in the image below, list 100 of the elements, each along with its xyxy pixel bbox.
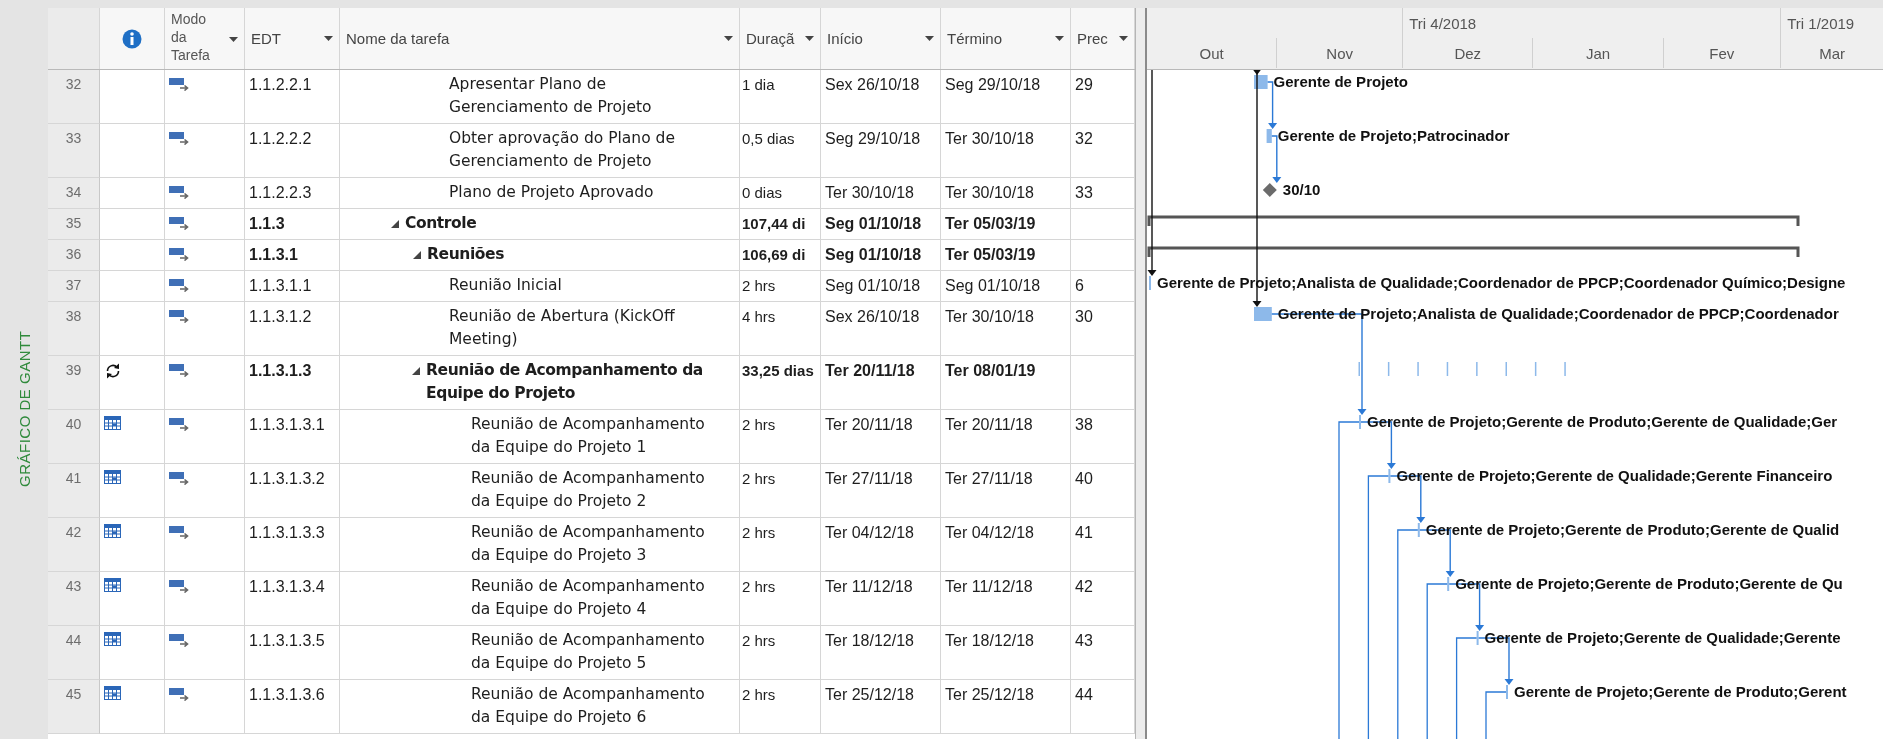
summary-bar[interactable] bbox=[1147, 215, 1800, 226]
column-header[interactable]: Término bbox=[941, 8, 1071, 69]
start-date-cell: Sex 26/10/18 bbox=[821, 302, 941, 356]
collapse-triangle-icon[interactable] bbox=[391, 220, 399, 228]
row-number[interactable]: 34 bbox=[48, 178, 100, 209]
task-mode-icon bbox=[169, 78, 191, 91]
row-number[interactable]: 33 bbox=[48, 124, 100, 178]
dependency-line bbox=[1485, 691, 1507, 739]
duration-cell: 33,25 dias bbox=[740, 356, 821, 410]
column-header[interactable]: Nome da tarefa bbox=[340, 8, 740, 69]
finish-date-cell: Ter 04/12/18 bbox=[941, 518, 1071, 572]
finish-date-cell: Ter 30/10/18 bbox=[941, 178, 1071, 209]
wbs-cell: 1.1.3.1.3.4 bbox=[245, 572, 340, 626]
finish-date-cell: Ter 05/03/19 bbox=[941, 209, 1071, 240]
column-header[interactable]: Modo da Tarefa bbox=[165, 8, 245, 69]
quarter-label: Tri 4/2018 bbox=[1409, 14, 1477, 32]
resource-label: Gerente de Projeto;Gerente de Qualidade;Gerente Financeiro bbox=[1396, 466, 1833, 486]
start-date-cell: Ter 11/12/18 bbox=[821, 572, 941, 626]
finish-date-cell: Ter 11/12/18 bbox=[941, 572, 1071, 626]
duration-cell: 2 hrs bbox=[740, 680, 821, 734]
start-date-cell: Ter 20/11/18 bbox=[821, 410, 941, 464]
resource-label: Gerente de Projeto;Gerente de Produto;Gerente de Qualidade;Ger bbox=[1367, 412, 1838, 432]
row-number[interactable]: 35 bbox=[48, 209, 100, 240]
wbs-cell: 1.1.3.1.3 bbox=[245, 356, 340, 410]
finish-date-cell: Seg 01/10/18 bbox=[941, 271, 1071, 302]
row-number[interactable]: 39 bbox=[48, 356, 100, 410]
task-mode-icon bbox=[169, 279, 191, 292]
rollup-tick bbox=[1564, 362, 1566, 376]
month-label: Jan bbox=[1585, 44, 1611, 62]
start-date-cell: Ter 04/12/18 bbox=[821, 518, 941, 572]
row-number[interactable]: 42 bbox=[48, 518, 100, 572]
row-number[interactable]: 36 bbox=[48, 240, 100, 271]
collapse-triangle-icon[interactable] bbox=[413, 251, 421, 259]
milestone-date-label: 30/10 bbox=[1282, 180, 1321, 200]
start-date-cell: Ter 25/12/18 bbox=[821, 680, 941, 734]
month-label: Mar bbox=[1819, 44, 1845, 62]
month-label: Out bbox=[1199, 44, 1224, 62]
duration-cell: 2 hrs bbox=[740, 271, 821, 302]
duration-cell: 1 dia bbox=[740, 70, 821, 124]
row-number[interactable]: 38 bbox=[48, 302, 100, 356]
rollup-tick bbox=[1387, 362, 1390, 376]
wbs-cell: 1.1.3.1.3.1 bbox=[245, 410, 340, 464]
collapse-triangle-icon[interactable] bbox=[412, 367, 420, 375]
wbs-cell: 1.1.3.1.2 bbox=[245, 302, 340, 356]
duration-cell: 2 hrs bbox=[740, 518, 821, 572]
rollup-tick bbox=[1476, 362, 1478, 376]
row-number[interactable]: 45 bbox=[48, 680, 100, 734]
summary-bar[interactable] bbox=[1147, 246, 1800, 257]
wbs-cell: 1.1.2.2.2 bbox=[245, 124, 340, 178]
start-date-cell: Seg 01/10/18 bbox=[821, 209, 941, 240]
row-number[interactable]: 40 bbox=[48, 410, 100, 464]
resource-label: Gerente de Projeto;Gerente de Produto;Gerente de Qualid bbox=[1425, 520, 1840, 540]
task-mode-icon bbox=[169, 526, 191, 539]
duration-cell: 2 hrs bbox=[740, 410, 821, 464]
finish-date-cell: Ter 05/03/19 bbox=[941, 240, 1071, 271]
task-mode-icon bbox=[169, 580, 191, 593]
wbs-cell: 1.1.2.2.1 bbox=[245, 70, 340, 124]
rollup-tick bbox=[1446, 362, 1449, 376]
row-number[interactable]: 32 bbox=[48, 70, 100, 124]
duration-cell: 2 hrs bbox=[740, 572, 821, 626]
task-mode-icon bbox=[169, 248, 191, 261]
finish-date-cell: Ter 30/10/18 bbox=[941, 124, 1071, 178]
wbs-cell: 1.1.3.1.1 bbox=[245, 271, 340, 302]
wbs-cell: 1.1.3.1 bbox=[245, 240, 340, 271]
task-name: Reunião de Acompanhamento da Equipe do Projeto 2 bbox=[471, 468, 706, 512]
row-number[interactable]: 37 bbox=[48, 271, 100, 302]
month-label: Fev bbox=[1709, 44, 1735, 62]
column-header[interactable]: Duraçã bbox=[740, 8, 821, 69]
column-header[interactable]: Início bbox=[821, 8, 941, 69]
resource-label: Gerente de Projeto;Gerente de Qualidade;Gerente bbox=[1484, 628, 1841, 648]
task-name: Reunião de Acompanhamento da Equipe do Projeto 3 bbox=[471, 522, 706, 566]
task-name: Reunião de Acompanhamento da Equipe do Projeto 6 bbox=[471, 684, 706, 728]
wbs-cell: 1.1.3.1.3.5 bbox=[245, 626, 340, 680]
wbs-cell: 1.1.3.1.3.2 bbox=[245, 464, 340, 518]
duration-cell: 4 hrs bbox=[740, 302, 821, 356]
finish-date-cell: Ter 27/11/18 bbox=[941, 464, 1071, 518]
start-date-cell: Ter 30/10/18 bbox=[821, 178, 941, 209]
task-mode-icon bbox=[169, 364, 191, 377]
resource-label: Gerente de Projeto;Gerente de Produto;Gerent bbox=[1514, 682, 1847, 702]
start-date-cell: Ter 20/11/18 bbox=[821, 356, 941, 410]
milestone-marker[interactable] bbox=[1262, 183, 1277, 197]
row-number[interactable]: 43 bbox=[48, 572, 100, 626]
task-mode-icon bbox=[169, 472, 191, 485]
resource-label: Gerente de Projeto;Patrocinador bbox=[1277, 126, 1510, 146]
task-name: Reunião de Acompanhamento da Equipe do Projeto 4 bbox=[471, 576, 706, 620]
row-number[interactable]: 44 bbox=[48, 626, 100, 680]
task-name: Controle bbox=[405, 213, 477, 234]
finish-date-cell: Seg 29/10/18 bbox=[941, 70, 1071, 124]
duration-cell: 0 dias bbox=[740, 178, 821, 209]
task-mode-icon bbox=[169, 634, 191, 647]
task-mode-icon bbox=[169, 132, 191, 145]
rollup-tick bbox=[1534, 362, 1537, 376]
start-date-cell: Seg 01/10/18 bbox=[821, 271, 941, 302]
row-number[interactable]: 41 bbox=[48, 464, 100, 518]
task-name: Apresentar Plano de Gerenciamento de Projeto bbox=[449, 74, 653, 118]
column-header[interactable]: EDT bbox=[245, 8, 340, 69]
info-icon bbox=[122, 28, 142, 49]
duration-cell: 107,44 di bbox=[740, 209, 821, 240]
rollup-tick bbox=[1358, 362, 1360, 376]
start-date-cell: Sex 26/10/18 bbox=[821, 70, 941, 124]
